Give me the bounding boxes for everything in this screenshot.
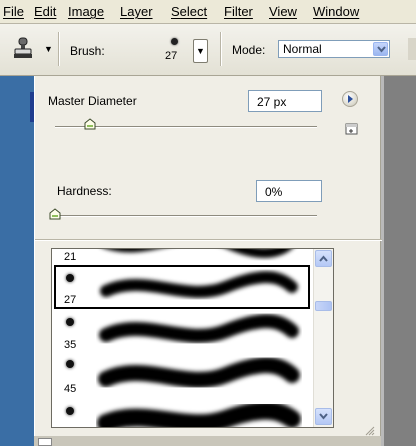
tool-preset-caret-icon[interactable]: ▼ [44,44,53,54]
menu-layer[interactable]: Layer [120,4,153,20]
list-item[interactable]: 21 [52,249,313,265]
brush-stroke-preview [106,249,292,258]
menu-file[interactable]: File [3,4,24,20]
toolbar-overflow [408,38,416,60]
brush-stroke-preview [98,357,300,388]
hardness-label: Hardness: [57,184,112,198]
menu-image[interactable]: Image [68,4,104,20]
new-preset-icon[interactable] [345,123,358,135]
list-item[interactable]: 35 [52,309,313,353]
arrow-circle-icon[interactable] [342,91,358,107]
brush-size: 27 [165,50,178,62]
brush-preset-list: 21 27 35 45 [51,248,334,428]
options-bar: ▼ Brush: 27 ▼ Mode: Normal [0,24,416,76]
panel-shadow [381,76,384,446]
mode-select[interactable]: Normal [278,40,390,58]
menu-filter[interactable]: Filter [224,4,253,20]
brush-stroke-preview [97,401,301,427]
canvas-background-left [0,76,34,446]
scroll-thumb[interactable] [315,301,332,311]
scroll-down-button[interactable] [315,408,332,425]
list-item[interactable] [52,397,313,427]
canvas-background-right [381,76,416,446]
chevron-down-icon[interactable] [373,42,388,56]
hardness-field[interactable]: 0% [256,180,322,202]
menu-view[interactable]: View [269,4,297,20]
brush-tip-icon [66,318,74,326]
brush-picker-button[interactable]: ▼ [193,39,208,63]
selected-preset-outline [54,265,310,309]
toolbar-divider [58,32,60,66]
brush-tip-icon [171,38,178,45]
brush-picker-panel: Master Diameter 27 px Hardness: 0% 21 27… [34,76,382,436]
mode-value: Normal [283,42,322,56]
scroll-up-button[interactable] [315,250,332,267]
preset-list-scrollbar[interactable] [313,249,333,427]
brush-stroke-preview [99,314,299,343]
menu-window[interactable]: Window [313,4,359,20]
clone-stamp-icon[interactable] [10,36,36,62]
brush-preview[interactable]: 27 [160,34,190,68]
list-item[interactable]: 45 [52,353,313,397]
brush-preset-size: 21 [64,251,77,263]
brush-tip-icon [66,407,74,415]
master-diameter-value: 27 px [257,95,287,109]
brush-tip-icon [66,360,74,368]
hardness-value: 0% [265,185,283,199]
hardness-slider-thumb[interactable] [49,208,61,220]
master-diameter-field[interactable]: 27 px [248,90,322,112]
menu-select[interactable]: Select [171,4,207,20]
hardness-slider[interactable] [55,215,317,217]
master-diameter-slider-thumb[interactable] [84,118,96,130]
resize-grip-icon[interactable] [363,424,375,436]
master-diameter-label: Master Diameter [48,94,137,108]
mode-label: Mode: [232,43,266,57]
toolbar-divider [220,32,222,66]
document-icon [38,438,52,446]
brush-preset-size: 35 [64,339,77,351]
status-strip [34,436,381,446]
menu-bar: File Edit Image Layer Select Filter View… [0,0,416,24]
menu-edit[interactable]: Edit [34,4,56,20]
brush-preset-size: 45 [64,383,77,395]
panel-divider [35,239,382,241]
brush-label: Brush: [70,44,105,58]
